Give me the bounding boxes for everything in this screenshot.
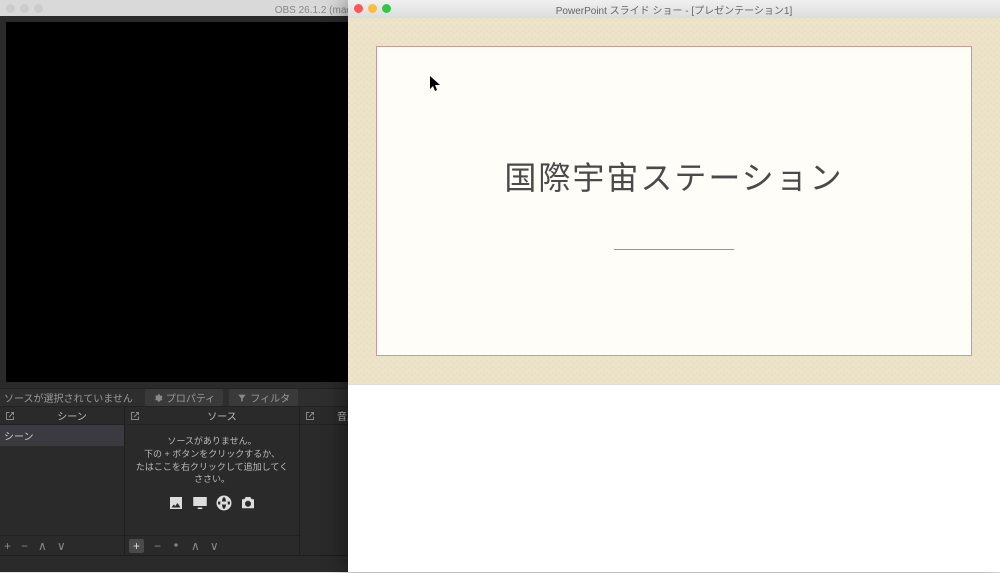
ppt-traffic-lights (354, 4, 391, 13)
filter-icon (237, 393, 247, 403)
source-settings-button[interactable] (171, 539, 181, 553)
minimize-icon[interactable] (20, 4, 29, 13)
sources-body[interactable]: ソースがありません。 下の + ボタンをクリックするか、 たはここを右クリックし… (125, 425, 299, 535)
add-scene-button[interactable]: + (4, 539, 11, 553)
maximize-icon[interactable] (34, 4, 43, 13)
slide-content: 国際宇宙ステーション (376, 46, 972, 356)
ppt-window-title: PowerPoint スライド ショー - [プレゼンテーション1] (556, 2, 793, 17)
scenes-panel-header[interactable]: シーン (0, 407, 124, 425)
slide-title: 国際宇宙ステーション (504, 153, 843, 199)
scene-up-button[interactable]: ∧ (38, 539, 47, 553)
globe-icon (215, 494, 233, 512)
sources-empty-icons (131, 494, 293, 512)
no-source-label: ソースが選択されていません (4, 390, 133, 405)
powerpoint-window: PowerPoint スライド ショー - [プレゼンテーション1] 国際宇宙ス… (348, 0, 1000, 572)
image-icon (167, 494, 185, 512)
slide-divider (614, 249, 734, 250)
camera-icon (239, 494, 257, 512)
properties-button[interactable]: プロパティ (145, 389, 223, 406)
detach-icon[interactable] (4, 410, 16, 422)
source-up-button[interactable]: ∧ (191, 539, 200, 553)
ppt-slide-show[interactable]: 国際宇宙ステーション (348, 18, 1000, 384)
detach-icon[interactable] (129, 410, 141, 422)
source-down-button[interactable]: ∨ (210, 539, 219, 553)
cursor-icon (430, 76, 442, 92)
remove-scene-button[interactable]: − (21, 539, 28, 553)
remove-source-button[interactable]: − (154, 539, 161, 553)
sources-panel-header[interactable]: ソース (125, 407, 299, 425)
display-icon (191, 494, 209, 512)
minimize-icon[interactable] (368, 4, 377, 13)
close-icon[interactable] (6, 4, 15, 13)
close-icon[interactable] (354, 4, 363, 13)
scene-down-button[interactable]: ∨ (57, 539, 66, 553)
scenes-panel: シーン シーン + − ∧ ∨ (0, 407, 125, 555)
sources-panel: ソース ソースがありません。 下の + ボタンをクリックするか、 たはここを右ク… (125, 407, 300, 555)
gear-icon (153, 393, 163, 403)
maximize-icon[interactable] (382, 4, 391, 13)
obs-traffic-lights (6, 4, 43, 13)
detach-icon[interactable] (304, 410, 316, 422)
sources-empty-text: ソースがありません。 下の + ボタンをクリックするか、 たはここを右クリックし… (125, 425, 299, 521)
sources-panel-footer: + − ∧ ∨ (125, 535, 299, 555)
add-source-button[interactable]: + (129, 539, 144, 553)
ppt-title-bar[interactable]: PowerPoint スライド ショー - [プレゼンテーション1] (348, 0, 1000, 18)
scene-item[interactable]: シーン (0, 425, 124, 446)
gear-icon (171, 540, 181, 550)
ppt-lower-area (348, 384, 1000, 572)
filters-button[interactable]: フィルタ (229, 389, 298, 406)
scenes-panel-footer: + − ∧ ∨ (0, 535, 124, 555)
